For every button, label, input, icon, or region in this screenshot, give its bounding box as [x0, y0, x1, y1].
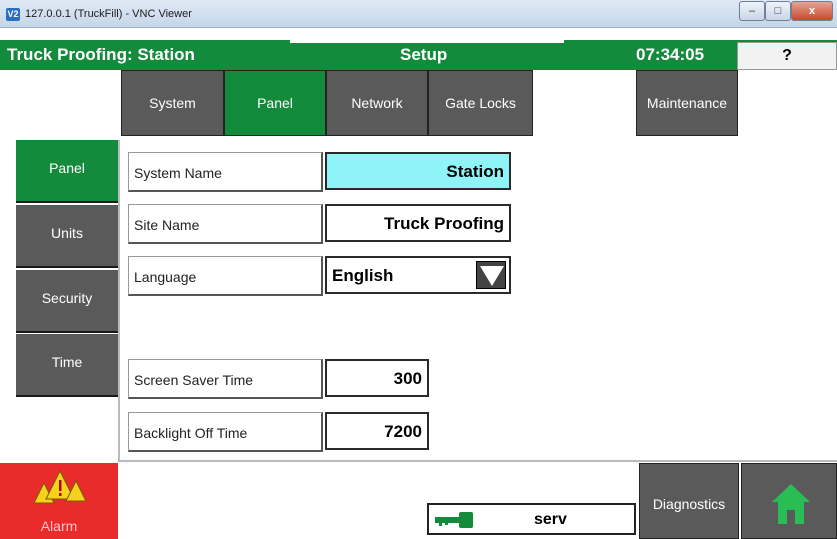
window-titlebar: V2 127.0.0.1 (TruckFill) - VNC Viewer – …: [0, 0, 837, 28]
user-name: serv: [534, 511, 567, 528]
site-name-field[interactable]: Truck Proofing: [325, 204, 511, 242]
screen-saver-time-label: Screen Saver Time: [128, 359, 323, 399]
backlight-off-time-field[interactable]: 7200: [325, 412, 429, 450]
side-item-time[interactable]: Time: [16, 334, 118, 397]
dropdown-arrow-icon[interactable]: [476, 261, 506, 289]
warning-icon: [34, 469, 86, 504]
clock: 07:34:05: [636, 45, 705, 64]
side-item-security[interactable]: Security: [16, 270, 118, 333]
tab-gate-locks[interactable]: Gate Locks: [428, 70, 533, 136]
window-title: 127.0.0.1 (TruckFill) - VNC Viewer: [25, 8, 192, 20]
side-item-units[interactable]: Units: [16, 205, 118, 268]
alarm-button[interactable]: Alarm: [0, 463, 118, 539]
tab-panel[interactable]: Panel: [224, 70, 326, 136]
header-divider: [290, 40, 564, 43]
alarm-label: Alarm: [40, 518, 78, 534]
home-button[interactable]: [741, 463, 837, 539]
page-title: Truck Proofing: Station: [7, 45, 195, 64]
home-icon: [772, 484, 810, 524]
language-value: English: [332, 266, 394, 285]
system-name-field[interactable]: Station: [325, 152, 511, 190]
key-icon: [435, 512, 473, 528]
language-label: Language: [128, 256, 323, 296]
tab-maintenance[interactable]: Maintenance: [636, 70, 738, 136]
section-title: Setup: [400, 45, 448, 64]
close-button[interactable]: x: [791, 1, 833, 21]
tab-network[interactable]: Network: [326, 70, 428, 136]
minimize-button[interactable]: –: [739, 1, 765, 21]
backlight-off-time-label: Backlight Off Time: [128, 412, 323, 452]
help-button[interactable]: ?: [737, 42, 837, 70]
maximize-button[interactable]: □: [765, 1, 791, 21]
vnc-logo-icon: V2: [6, 8, 20, 21]
site-name-label: Site Name: [128, 204, 323, 244]
side-item-panel[interactable]: Panel: [16, 140, 118, 203]
app-header: Truck Proofing: Station Setup 07:34:05: [0, 40, 837, 70]
language-select[interactable]: English: [325, 256, 511, 294]
system-name-label: System Name: [128, 152, 323, 192]
screen-saver-time-field[interactable]: 300: [325, 359, 429, 397]
tab-system[interactable]: System: [121, 70, 224, 136]
logged-in-user: serv: [427, 503, 636, 535]
diagnostics-button[interactable]: Diagnostics: [639, 463, 739, 539]
